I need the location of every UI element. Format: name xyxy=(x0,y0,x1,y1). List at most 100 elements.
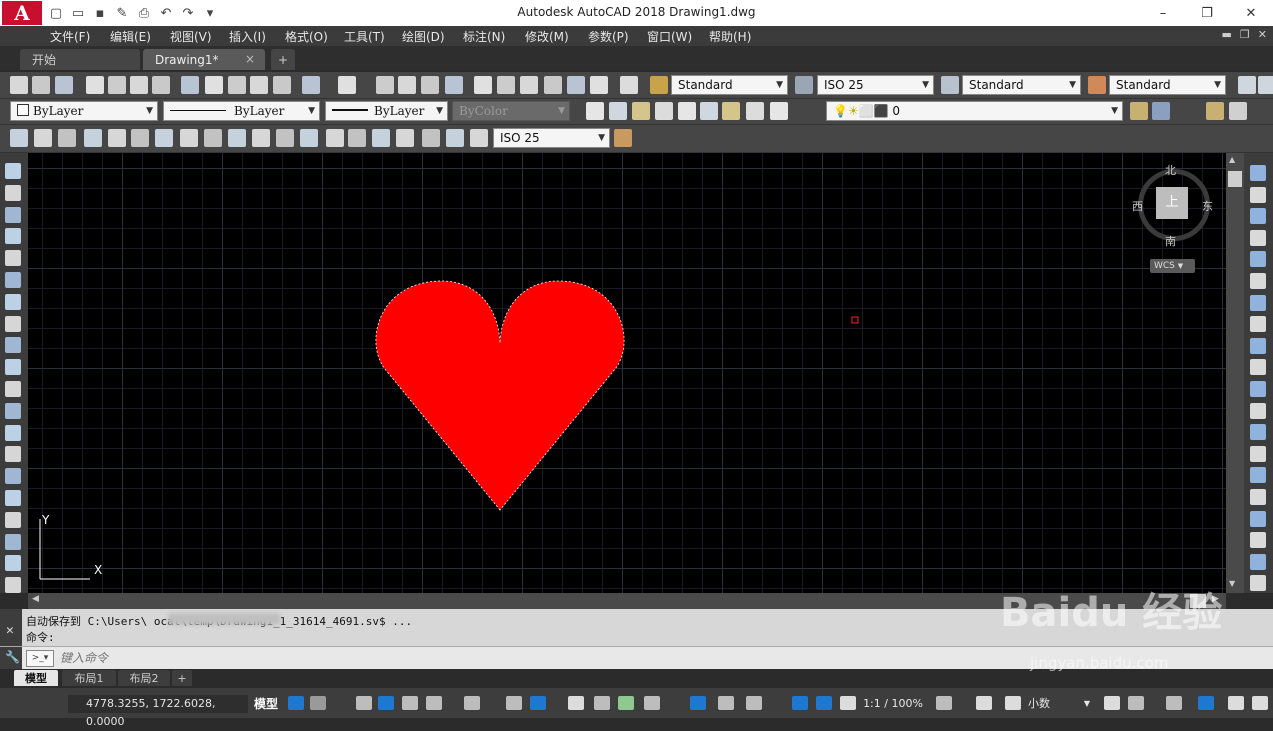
table-style-select[interactable]: Standard ▼ xyxy=(962,75,1081,95)
doc-close-icon[interactable]: ✕ xyxy=(1258,28,1267,41)
lineweight-select[interactable]: ByLayer ▼ xyxy=(325,101,448,121)
text-style-select[interactable]: Standard ▼ xyxy=(671,75,788,95)
restore-icon[interactable]: ❐ xyxy=(1185,0,1229,26)
object-snap-icon[interactable] xyxy=(530,696,546,710)
paste-icon[interactable] xyxy=(228,76,246,94)
circle-icon[interactable] xyxy=(5,293,21,310)
menu-parametric[interactable]: 参数(P) xyxy=(588,28,629,45)
dim-style-manager-icon[interactable] xyxy=(614,129,632,147)
text-style-icon[interactable] xyxy=(650,76,668,94)
dim-break-icon[interactable] xyxy=(300,129,318,147)
transparency-icon[interactable] xyxy=(594,696,610,710)
save-icon[interactable] xyxy=(55,76,73,94)
center-mark-icon[interactable] xyxy=(348,129,366,147)
dim-style-select[interactable]: ISO 25 ▼ xyxy=(817,75,934,95)
menu-format[interactable]: 格式(O) xyxy=(285,28,328,45)
jogged-linear-icon[interactable] xyxy=(396,129,414,147)
mirror-icon[interactable] xyxy=(1250,208,1266,225)
customize-command-icon[interactable]: 🔧 xyxy=(0,647,22,669)
ordinate-icon[interactable] xyxy=(84,129,102,147)
menu-modify[interactable]: 修改(M) xyxy=(525,28,569,45)
text-icon[interactable] xyxy=(586,102,604,120)
layer-match-icon[interactable] xyxy=(1250,575,1266,592)
jogged-icon[interactable] xyxy=(131,129,149,147)
zoom-window-icon[interactable] xyxy=(421,76,439,94)
spline-icon[interactable] xyxy=(5,337,21,354)
text-scale-icon[interactable] xyxy=(700,102,718,120)
tab-model[interactable]: 模型 xyxy=(14,670,58,686)
viewcube[interactable]: 上 北 南 东 西 xyxy=(1132,163,1218,249)
annotation-monitor-icon[interactable] xyxy=(976,696,992,710)
layer-isolate-icon[interactable] xyxy=(1229,102,1247,120)
tool-palettes-icon[interactable] xyxy=(520,76,538,94)
scroll-up-icon[interactable]: ▲ xyxy=(1229,155,1235,164)
rotate-icon[interactable] xyxy=(1250,294,1266,311)
snap-icon[interactable] xyxy=(310,696,326,710)
heart-shape[interactable] xyxy=(375,280,625,511)
angular-icon[interactable] xyxy=(180,129,198,147)
match-layer-icon[interactable] xyxy=(1206,102,1224,120)
find-icon[interactable] xyxy=(655,102,673,120)
layer-props-icon[interactable] xyxy=(1258,76,1273,94)
infer-constraints-icon[interactable] xyxy=(356,696,372,710)
isodraft-icon[interactable] xyxy=(464,696,480,710)
quick-properties-icon[interactable] xyxy=(1104,696,1120,710)
mtext-draw-icon[interactable] xyxy=(5,555,21,572)
help-icon[interactable] xyxy=(620,76,638,94)
make-block-icon[interactable] xyxy=(5,424,21,441)
gradient-icon[interactable] xyxy=(5,490,21,506)
menu-help[interactable]: 帮助(H) xyxy=(709,28,751,45)
doc-restore-icon[interactable]: ❐ xyxy=(1240,28,1250,41)
compass-west[interactable]: 西 xyxy=(1132,198,1143,214)
ortho-icon[interactable] xyxy=(402,696,418,710)
block-editor-icon[interactable] xyxy=(273,76,291,94)
add-selected-icon[interactable] xyxy=(5,577,21,594)
dim-edit-icon[interactable] xyxy=(422,129,440,147)
tab-layout1[interactable]: 布局1 xyxy=(62,670,116,686)
linear-dim-icon[interactable] xyxy=(10,129,28,147)
3d-osnap-icon[interactable] xyxy=(644,696,660,710)
units-icon[interactable] xyxy=(1005,696,1021,710)
break-icon[interactable] xyxy=(1250,424,1266,441)
chamfer-icon[interactable] xyxy=(1250,467,1266,484)
menu-view[interactable]: 视图(V) xyxy=(170,28,212,45)
compass-south[interactable]: 南 xyxy=(1165,233,1176,249)
region-icon[interactable] xyxy=(5,511,21,528)
trim-icon[interactable] xyxy=(1250,359,1266,376)
polar-icon[interactable] xyxy=(426,696,442,710)
lineweight-icon[interactable] xyxy=(568,696,584,710)
color-select[interactable]: ByLayer ▼ xyxy=(10,101,158,121)
scroll-down-icon[interactable]: ▼ xyxy=(1229,579,1235,588)
diameter-icon[interactable] xyxy=(155,129,173,147)
join-icon[interactable] xyxy=(1250,445,1266,462)
offset-icon[interactable] xyxy=(1250,229,1266,246)
insert-block-icon[interactable] xyxy=(5,402,21,419)
sheet-set-icon[interactable] xyxy=(544,76,562,94)
array-icon[interactable] xyxy=(1250,251,1266,268)
redo-icon[interactable] xyxy=(338,76,356,94)
3d-dwf-icon[interactable] xyxy=(152,76,170,94)
scroll-left-icon[interactable]: ◀ xyxy=(32,594,39,604)
quickcalc-icon[interactable] xyxy=(590,76,608,94)
polyline-icon[interactable] xyxy=(5,206,21,223)
gizmo-icon[interactable] xyxy=(746,696,762,710)
selection-filter-icon[interactable] xyxy=(718,696,734,710)
menu-draw[interactable]: 绘图(D) xyxy=(402,28,445,45)
publish-icon[interactable] xyxy=(130,76,148,94)
design-center-icon[interactable] xyxy=(497,76,515,94)
mleader-style-icon[interactable] xyxy=(1088,76,1106,94)
tab-start[interactable]: 开始 xyxy=(20,49,140,70)
vertical-scrollbar[interactable]: ▲ ▼ xyxy=(1226,153,1244,593)
lock-ui-icon[interactable] xyxy=(1128,696,1144,710)
grid-icon[interactable] xyxy=(288,696,304,710)
object-snap-tracking-icon[interactable] xyxy=(506,696,522,710)
compass-east[interactable]: 东 xyxy=(1202,198,1213,214)
scale-icon[interactable] xyxy=(1250,316,1266,333)
annotation-visibility-icon[interactable] xyxy=(792,696,808,710)
add-layout-button[interactable]: + xyxy=(172,670,192,686)
radius-icon[interactable] xyxy=(108,129,126,147)
copy-object-icon[interactable] xyxy=(1250,186,1266,203)
close-command-icon[interactable]: ✕ xyxy=(6,623,14,638)
ellipse-arc-icon[interactable] xyxy=(5,381,21,397)
properties-icon[interactable] xyxy=(474,76,492,94)
